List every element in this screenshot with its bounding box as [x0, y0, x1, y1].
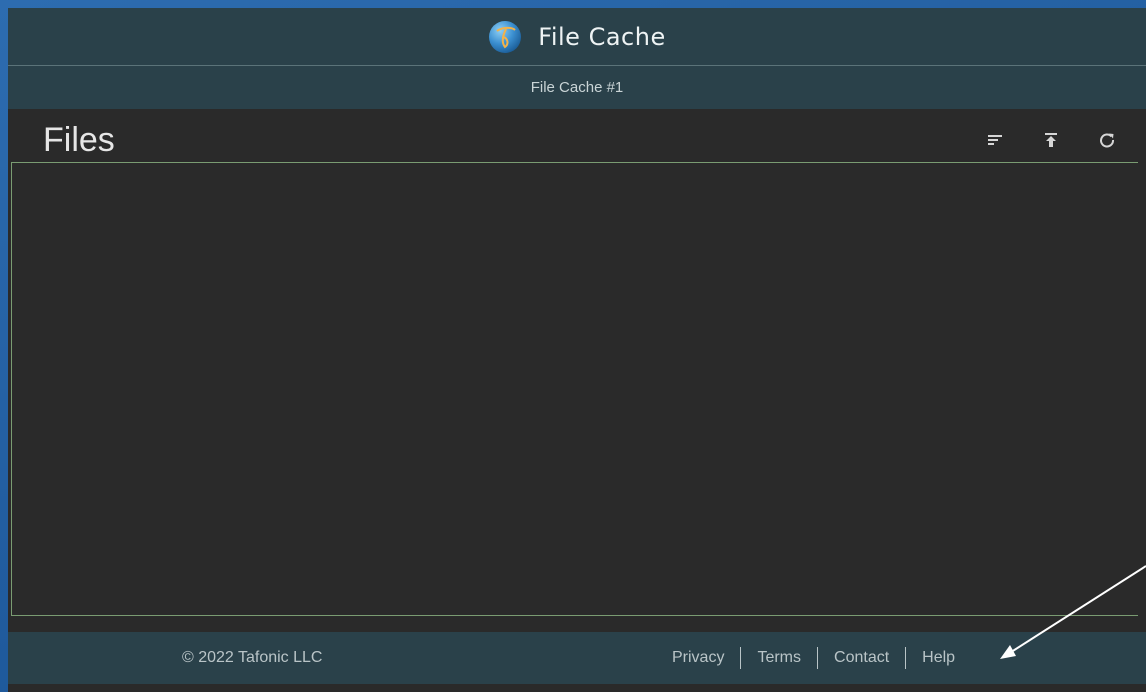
header: File Cache File Cache #1 — [8, 8, 1146, 109]
sort-icon — [988, 135, 1002, 145]
link-divider — [905, 647, 907, 669]
refresh-icon — [1100, 133, 1114, 148]
footer-links: Privacy Terms Contact Help — [672, 632, 955, 684]
footer: © 2022 Tafonic LLC Privacy Terms Contact… — [8, 632, 1146, 684]
privacy-link[interactable]: Privacy — [672, 649, 724, 667]
files-toolbar — [954, 125, 1122, 155]
terms-link[interactable]: Terms — [757, 649, 801, 667]
upload-button[interactable] — [1036, 125, 1066, 155]
copyright: © 2022 Tafonic LLC — [182, 649, 323, 666]
title-row: File Cache — [8, 8, 1146, 66]
file-list-pane[interactable] — [11, 162, 1138, 616]
tafonic-logo-icon — [488, 20, 522, 54]
upload-icon — [1045, 133, 1057, 147]
link-divider — [817, 647, 819, 669]
link-divider — [740, 647, 742, 669]
help-link[interactable]: Help — [922, 649, 955, 667]
refresh-button[interactable] — [1092, 125, 1122, 155]
files-title: Files — [43, 120, 115, 159]
cache-name: File Cache #1 — [530, 78, 624, 96]
contact-link[interactable]: Contact — [834, 649, 889, 667]
app-title: File Cache — [538, 22, 666, 51]
sort-button[interactable] — [980, 125, 1010, 155]
